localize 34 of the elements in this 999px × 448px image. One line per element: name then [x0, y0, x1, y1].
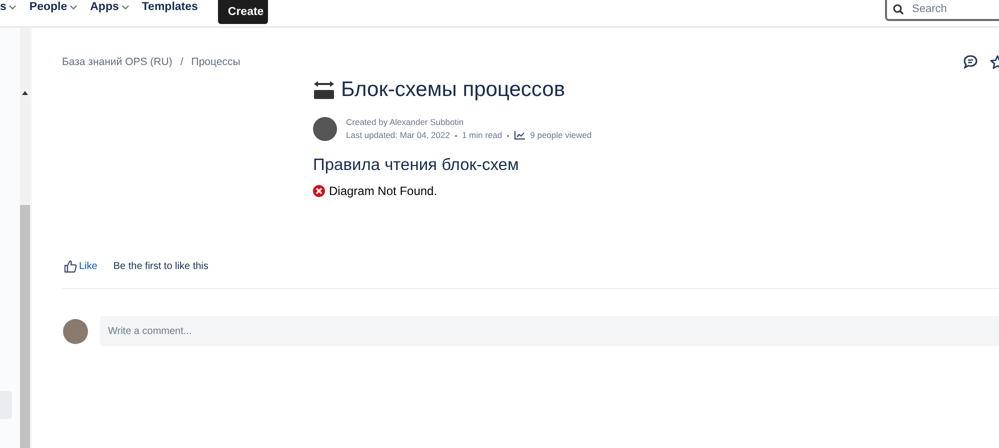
likes-summary: Be the first to like this — [113, 261, 208, 272]
last-updated-text: Last updated: Mar 04, 2022 — [346, 129, 450, 142]
error-message: Diagram Not Found. — [329, 184, 438, 198]
chart-icon — [514, 131, 526, 140]
like-button[interactable]: Like — [64, 260, 98, 273]
breadcrumb-link[interactable]: База знаний OPS (RU) — [62, 56, 172, 68]
separator-dot — [507, 134, 510, 136]
page-title: Блок-схемы процессов — [341, 78, 565, 102]
chevron-down-icon — [9, 4, 16, 10]
search-field[interactable]: Search — [885, 0, 999, 21]
error-icon — [313, 185, 325, 197]
scrollbar[interactable] — [20, 28, 30, 448]
comment-field[interactable]: Write a comment... — [100, 316, 999, 346]
nav-menu-item[interactable]: s — [0, 1, 16, 13]
nav-menu-item[interactable]: People — [29, 1, 78, 13]
chevron-down-icon — [122, 4, 129, 10]
separator-dot — [454, 134, 457, 136]
thumbs-up-icon — [64, 260, 77, 273]
scroll-up-icon[interactable] — [22, 91, 28, 95]
nav-menu-item[interactable]: Apps — [90, 1, 129, 13]
comment-icon[interactable] — [963, 54, 978, 68]
read-time-text: 1 min read — [462, 129, 502, 142]
section-heading: Правила чтения блок-схем — [313, 156, 520, 175]
nav-menu-item[interactable]: Templates — [142, 1, 198, 13]
breadcrumb-link[interactable]: Процессы — [191, 56, 240, 68]
author-avatar — [313, 117, 337, 141]
views-text: 9 people viewed — [530, 129, 592, 142]
create-button[interactable]: Create — [218, 0, 268, 24]
created-by-text: Created by Alexander Subbotin — [346, 116, 465, 129]
on-arrow-icon — [313, 80, 335, 100]
chevron-down-icon — [70, 4, 78, 10]
user-avatar — [63, 318, 88, 344]
search-icon — [893, 4, 904, 15]
breadcrumb-separator: / — [180, 56, 184, 68]
